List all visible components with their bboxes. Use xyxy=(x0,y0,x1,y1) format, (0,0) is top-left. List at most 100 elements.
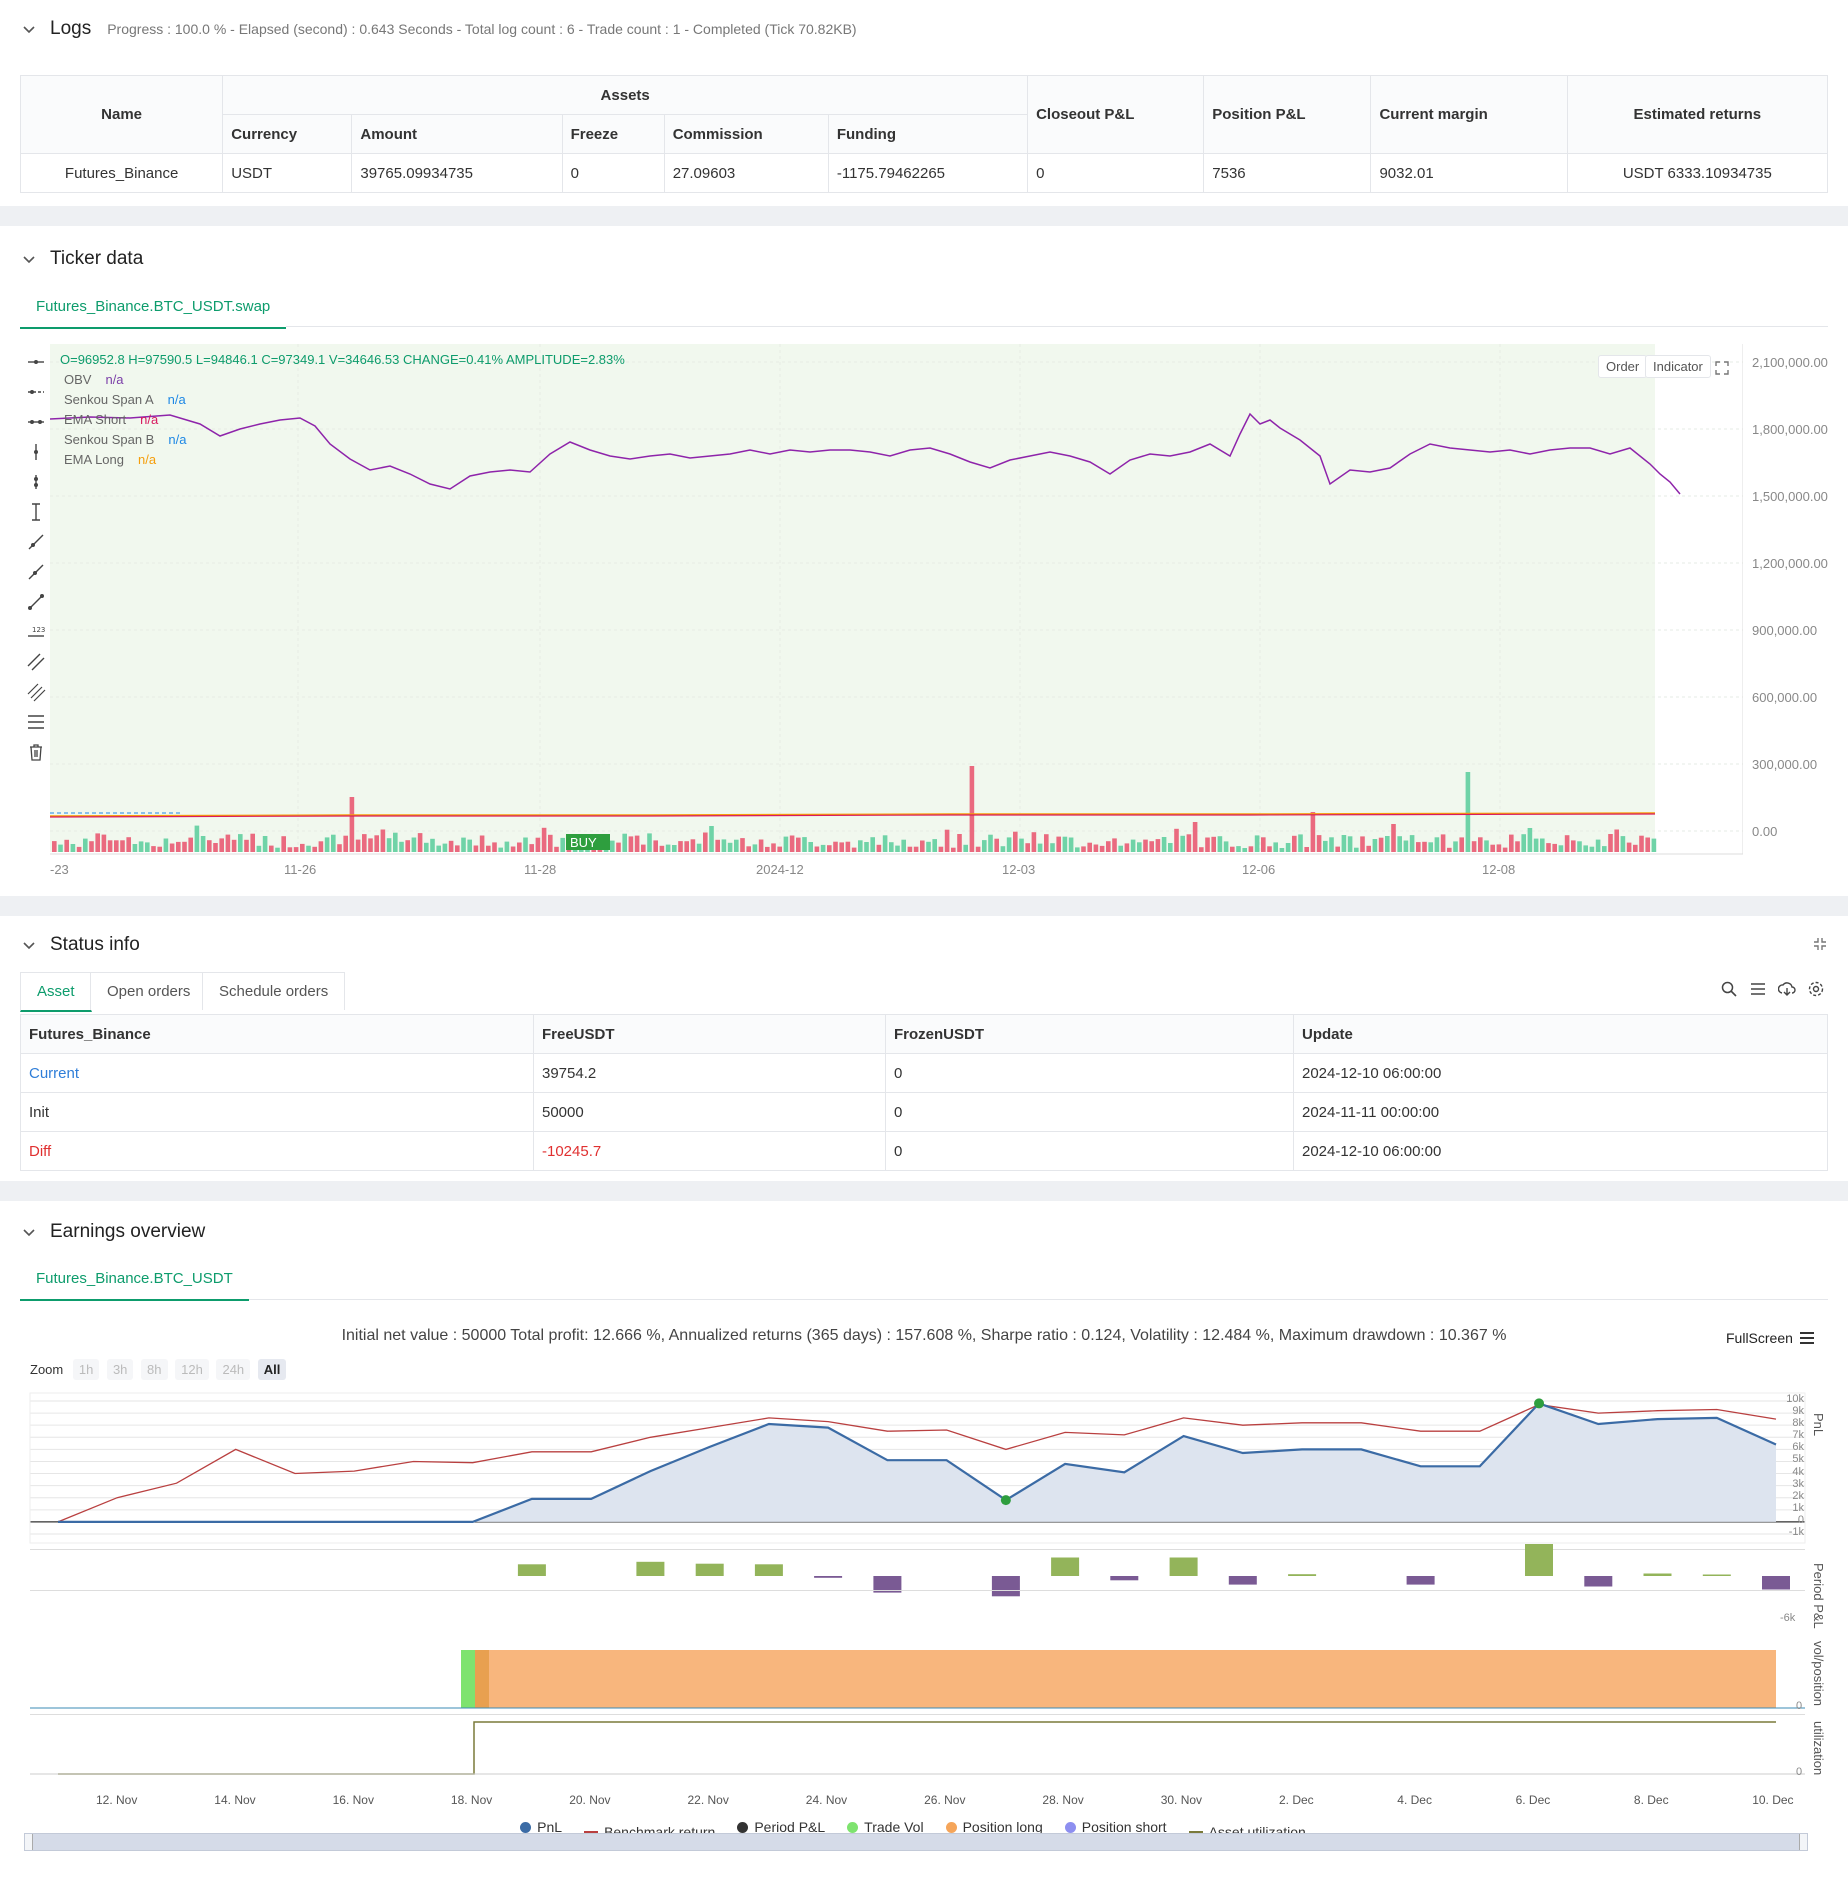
indicator-value: n/a xyxy=(138,452,156,467)
list-icon[interactable] xyxy=(1749,980,1767,998)
volume-bar xyxy=(1273,842,1278,852)
ticker-chart[interactable]: BUY xyxy=(50,344,1743,862)
zoom-1h[interactable]: 1h xyxy=(73,1359,99,1380)
x-tick-label: 12-08 xyxy=(1482,862,1515,877)
logs-header[interactable]: Logs Progress : 100.0 % - Elapsed (secon… xyxy=(20,18,857,40)
search-icon[interactable] xyxy=(1720,980,1738,998)
indicator-legend-item: EMA Shortn/a xyxy=(64,412,158,427)
volume-bar xyxy=(846,842,851,852)
ray-line-icon[interactable] xyxy=(26,562,46,582)
pnl-tick-label: 5k xyxy=(1778,1453,1804,1465)
price-range-icon[interactable] xyxy=(26,502,46,522)
x-tick-label: 6. Dec xyxy=(1516,1793,1551,1807)
vertical-segment-icon[interactable] xyxy=(26,472,46,492)
volume-bar xyxy=(387,838,392,852)
volume-bar xyxy=(449,841,454,852)
extended-line-icon[interactable] xyxy=(26,412,46,432)
trade-vol-bar xyxy=(461,1650,475,1708)
volume-bar xyxy=(901,840,906,852)
volume-bar xyxy=(120,840,125,852)
row-current-label[interactable]: Current xyxy=(21,1054,534,1093)
tab-btc-usdt[interactable]: Futures_Binance.BTC_USDT xyxy=(20,1258,249,1301)
earnings-chart[interactable] xyxy=(0,1391,1848,1811)
col-returns: Estimated returns xyxy=(1567,76,1827,154)
indicator-name: Senkou Span B xyxy=(64,432,154,447)
volume-bar xyxy=(1528,828,1533,852)
logs-title: Logs xyxy=(50,18,91,40)
status-header[interactable]: Status info xyxy=(20,934,140,956)
price-label-icon[interactable]: 123 xyxy=(26,622,46,642)
volume-bar xyxy=(1614,830,1619,853)
volume-bar xyxy=(443,844,448,852)
col-currency: Currency xyxy=(223,115,352,154)
menu-icon[interactable] xyxy=(1798,1329,1816,1347)
earnings-header[interactable]: Earnings overview xyxy=(20,1221,205,1243)
ticker-header[interactable]: Ticker data xyxy=(20,248,143,270)
fullscreen-button[interactable]: FullScreen xyxy=(1726,1330,1793,1346)
volume-bar xyxy=(405,840,410,852)
volume-bar xyxy=(970,766,975,852)
chevron-down-icon[interactable] xyxy=(20,936,38,954)
y-tick-label: 0.00 xyxy=(1752,824,1777,839)
zoom-24h[interactable]: 24h xyxy=(216,1359,250,1380)
navigator-handle-left[interactable] xyxy=(25,1834,33,1850)
volume-bar xyxy=(1280,848,1285,852)
expand-icon[interactable] xyxy=(1714,360,1730,376)
trend-line-icon[interactable] xyxy=(26,532,46,552)
y-tick-label: 1,800,000.00 xyxy=(1752,422,1828,437)
multi-line-icon[interactable] xyxy=(26,682,46,702)
chevron-down-icon[interactable] xyxy=(20,20,38,38)
period-bar xyxy=(636,1562,664,1576)
volume-bar xyxy=(864,842,869,852)
x-tick-label: 2024-12 xyxy=(756,862,804,877)
volume-bar xyxy=(728,843,733,852)
tab-btc-swap[interactable]: Futures_Binance.BTC_USDT.swap xyxy=(20,286,286,329)
fib-levels-icon[interactable] xyxy=(26,712,46,732)
horizontal-ray-icon[interactable] xyxy=(26,382,46,402)
trash-icon[interactable] xyxy=(26,742,46,762)
col-name: Name xyxy=(21,76,223,154)
row-current-update: 2024-12-10 06:00:00 xyxy=(1294,1054,1828,1093)
indicator-button[interactable]: Indicator xyxy=(1645,355,1711,378)
volume-bar xyxy=(548,835,553,852)
volume-bar xyxy=(275,848,280,852)
chevron-down-icon[interactable] xyxy=(20,1223,38,1241)
pnl-tick-label: 0 xyxy=(1778,1514,1804,1526)
pnl-tick-label: 7k xyxy=(1778,1429,1804,1441)
order-button[interactable]: Order xyxy=(1598,355,1647,378)
segment-line-icon[interactable] xyxy=(26,592,46,612)
buy-label: BUY xyxy=(570,835,597,850)
horizontal-line-icon[interactable] xyxy=(26,352,46,372)
zoom-12h[interactable]: 12h xyxy=(175,1359,209,1380)
zoom-all[interactable]: All xyxy=(258,1359,287,1380)
tab-open-orders[interactable]: Open orders xyxy=(90,972,207,1010)
collapse-icon[interactable] xyxy=(1812,936,1828,952)
volume-bar xyxy=(914,847,919,852)
zoom-8h[interactable]: 8h xyxy=(141,1359,167,1380)
col-margin: Current margin xyxy=(1371,76,1567,154)
gear-icon[interactable] xyxy=(1807,980,1825,998)
tab-schedule-orders[interactable]: Schedule orders xyxy=(202,972,345,1010)
cloud-download-icon[interactable] xyxy=(1778,980,1796,998)
volume-bar xyxy=(951,848,956,852)
period-bar xyxy=(1525,1544,1553,1576)
volume-bar xyxy=(939,847,944,852)
volume-bar xyxy=(1001,846,1006,852)
chevron-down-icon[interactable] xyxy=(20,250,38,268)
tab-asset[interactable]: Asset xyxy=(20,972,92,1012)
volume-bar xyxy=(1571,840,1576,852)
navigator-scrollbar[interactable] xyxy=(24,1833,1808,1851)
volume-bar xyxy=(1521,834,1526,852)
navigator-handle-right[interactable] xyxy=(1799,1834,1807,1850)
volume-bar xyxy=(908,847,913,852)
parallel-channel-icon[interactable] xyxy=(26,652,46,672)
earnings-title: Earnings overview xyxy=(50,1221,205,1243)
volume-bar xyxy=(1261,837,1266,852)
logs-summary: Progress : 100.0 % - Elapsed (second) : … xyxy=(107,21,856,37)
indicator-legend-item: EMA Longn/a xyxy=(64,452,156,467)
indicator-legend-item: Senkou Span Bn/a xyxy=(64,432,186,447)
volume-bar xyxy=(839,842,844,852)
zoom-3h[interactable]: 3h xyxy=(107,1359,133,1380)
vertical-line-icon[interactable] xyxy=(26,442,46,462)
volume-bar xyxy=(188,838,193,852)
